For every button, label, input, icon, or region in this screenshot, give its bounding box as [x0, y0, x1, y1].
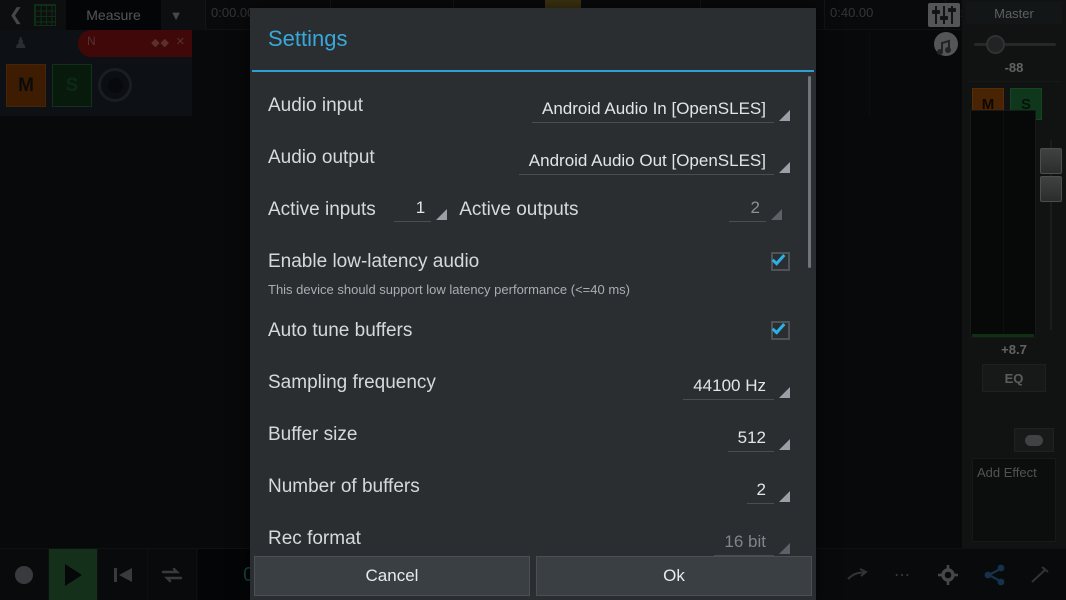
spinner-triangle-icon — [779, 543, 790, 554]
row-audio-input[interactable]: Audio input Android Audio In [OpenSLES] — [250, 80, 816, 132]
spinner-value: 2 — [728, 198, 766, 222]
spinner-value: 16 bit — [714, 532, 774, 556]
ok-button[interactable]: Ok — [536, 556, 812, 596]
buffer-size-spinner[interactable]: 512 — [727, 428, 790, 452]
row-label: Buffer size — [268, 424, 358, 445]
active-outputs-label: Active outputs — [459, 199, 579, 220]
row-buffer-size[interactable]: Buffer size 512 — [250, 409, 816, 461]
row-low-latency[interactable]: Enable low-latency audio — [250, 236, 816, 288]
spinner-value: Android Audio In [OpenSLES] — [532, 99, 774, 123]
spinner-triangle-icon — [779, 491, 790, 502]
auto-tune-checkbox[interactable] — [771, 320, 790, 340]
active-outputs-spinner[interactable]: 2 — [728, 198, 782, 222]
rec-format-spinner[interactable]: 16 bit — [714, 532, 790, 556]
audio-output-spinner[interactable]: Android Audio Out [OpenSLES] — [518, 151, 790, 175]
audio-input-spinner[interactable]: Android Audio In [OpenSLES] — [532, 99, 790, 123]
dialog-scrollbar[interactable] — [808, 76, 811, 268]
low-latency-checkbox[interactable] — [771, 251, 790, 271]
spinner-triangle-icon — [779, 110, 790, 121]
spinner-triangle-icon — [779, 162, 790, 173]
spinner-triangle-icon — [771, 209, 782, 220]
dialog-title: Settings — [268, 26, 348, 51]
spinner-value: Android Audio Out [OpenSLES] — [518, 151, 774, 175]
spinner-value: 2 — [746, 480, 774, 504]
sampling-frequency-spinner[interactable]: 44100 Hz — [683, 376, 790, 400]
row-label: Rec format — [268, 528, 361, 549]
spinner-triangle-icon — [436, 209, 448, 220]
spinner-triangle-icon — [779, 387, 790, 398]
row-rec-format[interactable]: Rec format 16 bit — [250, 513, 816, 556]
spinner-triangle-icon — [779, 439, 790, 450]
row-auto-tune-buffers[interactable]: Auto tune buffers — [250, 305, 816, 357]
row-label: Sampling frequency — [268, 372, 436, 393]
row-active-io[interactable]: Active inputs 1 Active outputs 2 — [250, 184, 816, 236]
active-inputs-spinner[interactable]: 1 — [393, 198, 448, 222]
number-of-buffers-spinner[interactable]: 2 — [746, 480, 790, 504]
row-audio-output[interactable]: Audio output Android Audio Out [OpenSLES… — [250, 132, 816, 184]
row-label: Audio input — [268, 95, 364, 116]
app-root: 0:00.00 0:40.00 0:4 ❮ Measu — [0, 0, 1066, 600]
spinner-value: 1 — [393, 198, 432, 222]
dialog-body[interactable]: Audio input Android Audio In [OpenSLES] … — [250, 72, 816, 556]
row-label: Number of buffers — [268, 476, 420, 497]
dialog-button-bar: Cancel Ok — [250, 556, 816, 600]
row-number-of-buffers[interactable]: Number of buffers 2 — [250, 461, 816, 513]
row-label: Auto tune buffers — [268, 320, 413, 341]
row-label: Enable low-latency audio — [268, 251, 480, 272]
active-inputs-label: Active inputs — [268, 199, 376, 220]
spinner-value: 44100 Hz — [683, 376, 774, 400]
row-label: Audio output — [268, 147, 375, 168]
settings-dialog: Settings Audio input Android Audio In [O… — [250, 8, 816, 600]
row-sampling-frequency[interactable]: Sampling frequency 44100 Hz — [250, 357, 816, 409]
cancel-button[interactable]: Cancel — [254, 556, 530, 596]
spinner-value: 512 — [727, 428, 774, 452]
